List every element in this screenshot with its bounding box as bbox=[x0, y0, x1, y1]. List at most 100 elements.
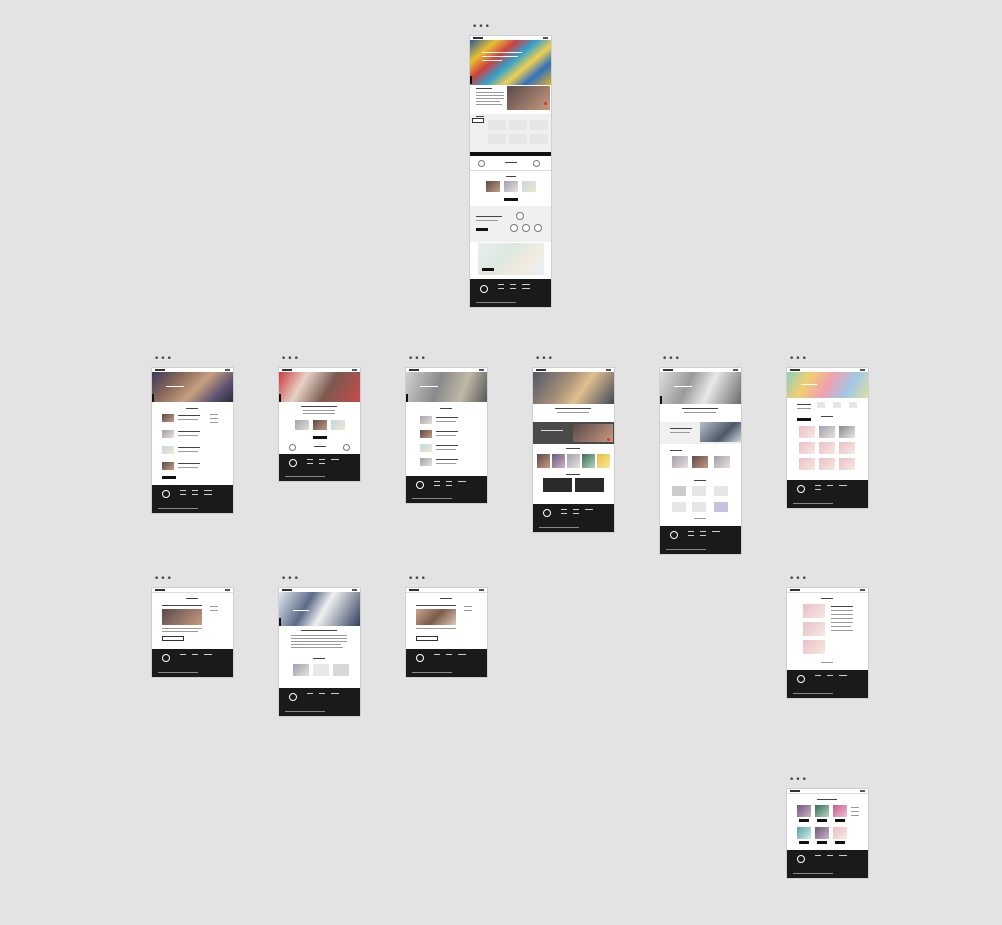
artboard-catalog-page[interactable]: ••• bbox=[787, 775, 868, 878]
page-preview bbox=[787, 789, 868, 878]
section-title bbox=[314, 446, 326, 447]
menu-icon bbox=[860, 589, 865, 591]
side-tab bbox=[406, 394, 408, 402]
footer-link bbox=[827, 855, 833, 856]
category-icon bbox=[849, 402, 857, 408]
sidebar-link bbox=[210, 414, 218, 415]
service-card bbox=[530, 134, 548, 144]
list-title bbox=[178, 431, 200, 432]
intro-text bbox=[557, 412, 589, 413]
artboard-list-page-2[interactable]: ••• bbox=[406, 354, 487, 503]
artboard-menu-icon[interactable]: ••• bbox=[535, 354, 554, 364]
footer-bottom-line bbox=[285, 711, 325, 712]
artboard-menu-icon[interactable]: ••• bbox=[789, 574, 808, 584]
about-thumb bbox=[313, 664, 329, 676]
artboard-menu-icon[interactable]: ••• bbox=[472, 22, 491, 32]
menu-icon bbox=[733, 369, 738, 371]
artboard-menu-icon[interactable]: ••• bbox=[281, 574, 300, 584]
feature-text bbox=[670, 432, 690, 433]
section-title bbox=[694, 480, 706, 481]
artboard-menu-icon[interactable]: ••• bbox=[154, 354, 173, 364]
artboard-menu-icon[interactable]: ••• bbox=[789, 354, 808, 364]
list-text bbox=[436, 435, 456, 436]
artboard-menu-icon[interactable]: ••• bbox=[281, 354, 300, 364]
sidebar-link bbox=[210, 418, 218, 419]
artboard-article-page-2[interactable]: ••• bbox=[406, 574, 487, 677]
site-header bbox=[152, 588, 233, 593]
list-text bbox=[178, 467, 198, 468]
hero-image bbox=[406, 372, 487, 402]
footer-link bbox=[434, 485, 440, 486]
artboard-menu-icon[interactable]: ••• bbox=[789, 775, 808, 785]
hero-title-line bbox=[482, 60, 502, 61]
artboard-menu-icon[interactable]: ••• bbox=[408, 354, 427, 364]
artboard-gallery-page[interactable]: ••• bbox=[787, 354, 868, 508]
artboard-menu-icon[interactable]: ••• bbox=[408, 574, 427, 584]
hero-image bbox=[279, 592, 360, 626]
footer-bottom-line bbox=[666, 549, 706, 550]
page-preview bbox=[406, 588, 487, 677]
footer-link bbox=[573, 509, 579, 510]
artboard-article-page-1[interactable]: ••• bbox=[152, 574, 233, 677]
equipment-image bbox=[672, 486, 686, 496]
news-thumb bbox=[522, 181, 536, 192]
sidebar-link bbox=[851, 807, 859, 808]
menu-icon bbox=[479, 589, 484, 591]
article-title bbox=[162, 605, 202, 606]
intro-text bbox=[555, 408, 591, 409]
round-icon bbox=[289, 444, 296, 451]
footer-link bbox=[204, 494, 212, 495]
gallery-thumb bbox=[819, 458, 835, 470]
menu-icon bbox=[543, 37, 548, 39]
hero-image bbox=[660, 372, 741, 404]
pagination bbox=[694, 518, 706, 519]
artboard-event-page[interactable]: ••• bbox=[279, 354, 360, 481]
section-title bbox=[505, 162, 517, 163]
equipment-image bbox=[692, 486, 706, 496]
artboard-facility-page[interactable]: ••• bbox=[660, 354, 741, 554]
menu-icon bbox=[860, 369, 865, 371]
intro-text bbox=[682, 408, 718, 409]
list-title bbox=[178, 415, 200, 416]
footer-logo bbox=[543, 509, 551, 517]
product-text bbox=[831, 618, 853, 619]
artboard-menu-icon[interactable]: ••• bbox=[662, 354, 681, 364]
footer-link bbox=[839, 485, 847, 486]
logo bbox=[155, 369, 165, 371]
side-tab bbox=[152, 394, 154, 402]
artboard-about-page[interactable]: ••• bbox=[279, 574, 360, 716]
artboard-home[interactable]: ••• bbox=[470, 22, 551, 307]
map-button bbox=[482, 268, 494, 271]
section-title bbox=[670, 450, 682, 451]
footer-logo bbox=[289, 459, 297, 467]
round-icon bbox=[534, 224, 542, 232]
service-card bbox=[530, 120, 548, 130]
artboard-menu-icon[interactable]: ••• bbox=[154, 574, 173, 584]
footer-link bbox=[827, 485, 833, 486]
catalog-item bbox=[797, 805, 811, 817]
event-thumb bbox=[295, 420, 309, 430]
artboard-team-page[interactable]: ••• bbox=[533, 354, 614, 532]
list-thumb bbox=[420, 430, 432, 438]
artboard-product-page[interactable]: ••• bbox=[787, 574, 868, 698]
page-preview bbox=[470, 36, 551, 307]
gallery-thumb bbox=[819, 426, 835, 438]
artboard-list-page-1[interactable]: ••• bbox=[152, 354, 233, 513]
footer-link bbox=[307, 463, 313, 464]
list-thumb bbox=[162, 462, 174, 470]
gallery-thumb bbox=[799, 458, 815, 470]
back-button bbox=[416, 636, 438, 641]
footer-link bbox=[204, 490, 212, 491]
footer-link bbox=[434, 654, 440, 655]
footer-logo bbox=[797, 485, 805, 493]
list-text bbox=[178, 435, 198, 436]
footer-link bbox=[319, 693, 325, 694]
section-title bbox=[440, 408, 452, 409]
footer-logo bbox=[797, 855, 805, 863]
page-preview bbox=[279, 368, 360, 481]
list-thumb bbox=[420, 444, 432, 452]
footer-link bbox=[192, 494, 198, 495]
footer-link bbox=[827, 675, 833, 676]
about-text bbox=[291, 638, 347, 639]
round-icon bbox=[522, 224, 530, 232]
